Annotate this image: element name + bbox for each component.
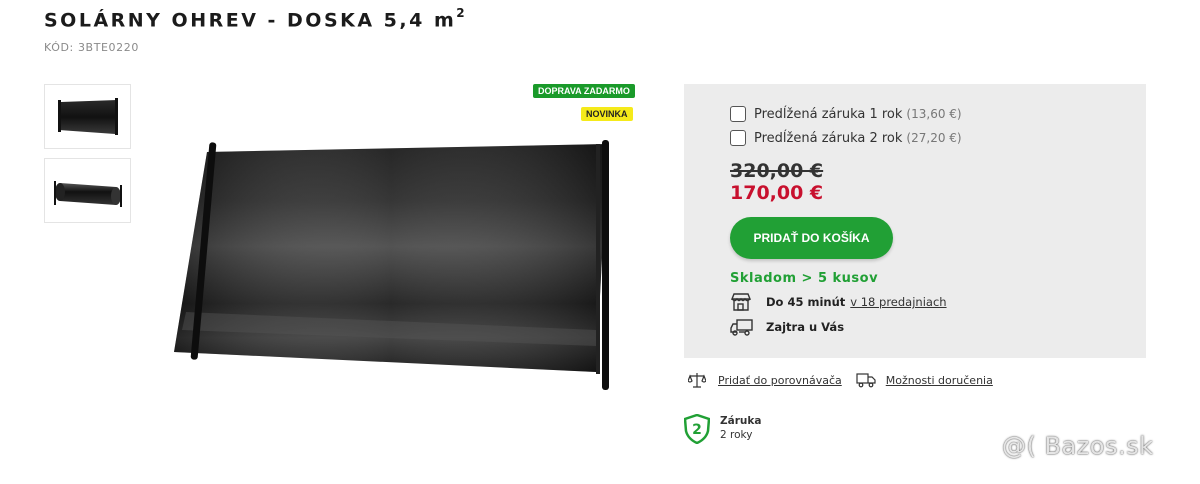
option-price: (27,20 €)	[906, 131, 962, 145]
old-price: 320,00 €	[730, 160, 824, 182]
delivery-options-link[interactable]: Možnosti doručenia	[856, 372, 993, 388]
svg-text:2: 2	[692, 422, 702, 438]
warranty-title: Záruka	[720, 415, 762, 427]
warranty-value: 2 roky	[720, 429, 753, 441]
truck-icon	[856, 372, 876, 388]
new-badge: NOVINKA	[581, 107, 633, 121]
option-label: Predĺžená záruka 2 rok	[754, 130, 903, 146]
extended-warranty-2-checkbox[interactable]	[730, 130, 746, 146]
warranty-info: 2 Záruka 2 roky	[683, 413, 762, 445]
free-shipping-badge: DOPRAVA ZADARMO	[533, 84, 635, 98]
delivery-truck-icon	[730, 318, 754, 336]
option-label: Predĺžená záruka 1 rok	[754, 106, 903, 122]
extended-warranty-2-option[interactable]: Predĺžená záruka 2 rok (27,20 €)	[730, 130, 962, 146]
scales-icon	[688, 372, 708, 388]
product-title: SOLÁRNY OHREV - DOSKA 5,4 m2	[44, 6, 465, 32]
store-icon	[730, 293, 754, 311]
extended-warranty-1-checkbox[interactable]	[730, 106, 746, 122]
sale-price: 170,00 €	[730, 182, 824, 204]
stock-status: Skladom > 5 kusov	[730, 271, 879, 286]
compare-label[interactable]: Pridať do porovnávača	[718, 374, 842, 387]
purchase-panel: Predĺžená záruka 1 rok (13,60 €) Predĺže…	[684, 84, 1146, 358]
add-to-cart-button[interactable]: PRIDAŤ DO KOŠÍKA	[730, 217, 893, 259]
pickup-time: Do 45 minút	[766, 295, 846, 309]
product-main-image[interactable]	[150, 84, 640, 444]
delivery-time: Zajtra u Vás	[766, 320, 845, 334]
thumbnail-panel-flat[interactable]	[44, 84, 131, 149]
delivery-options-label[interactable]: Možnosti doručenia	[886, 374, 993, 387]
product-actions: Pridať do porovnávača Možnosti doručenia	[688, 372, 993, 388]
thumbnail-panel-rolled[interactable]	[44, 158, 131, 223]
product-code: KÓD: 3BTE0220	[44, 41, 139, 54]
bazos-watermark: @( Bazos.sk	[1002, 432, 1154, 460]
compare-link[interactable]: Pridať do porovnávača	[688, 372, 842, 388]
stores-link[interactable]: v 18 predajniach	[850, 295, 946, 309]
extended-warranty-1-option[interactable]: Predĺžená záruka 1 rok (13,60 €)	[730, 106, 962, 122]
store-pickup-info: Do 45 minút v 18 predajniach	[730, 293, 947, 311]
option-price: (13,60 €)	[906, 107, 962, 121]
warranty-shield-icon: 2	[683, 413, 711, 445]
delivery-info: Zajtra u Vás	[730, 318, 844, 336]
